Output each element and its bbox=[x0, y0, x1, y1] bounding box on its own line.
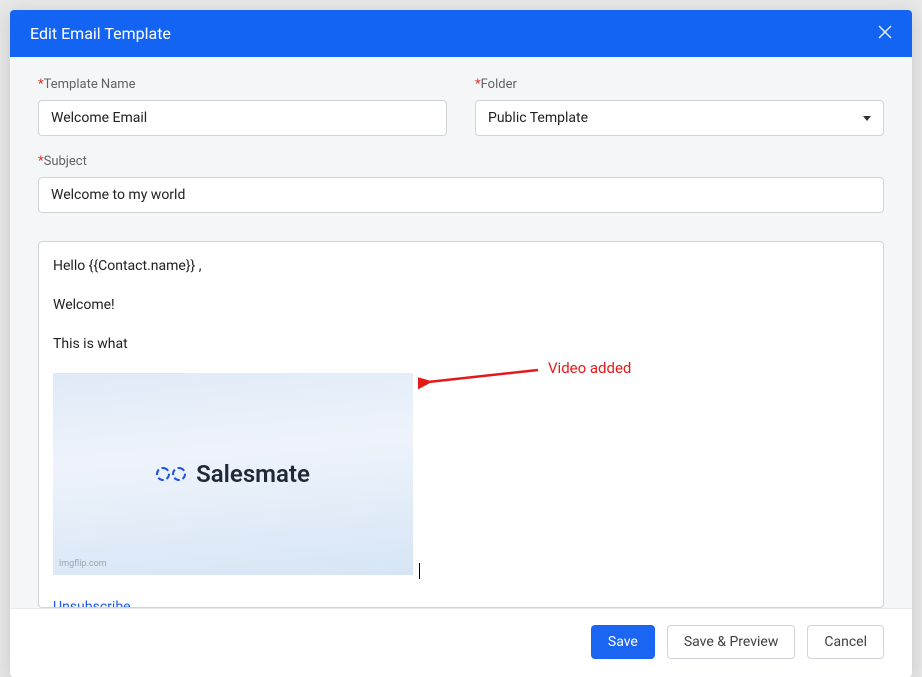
subject-group: *Subject bbox=[38, 154, 884, 213]
salesmate-logo-text: Salesmate bbox=[196, 456, 310, 492]
folder-group: *Folder Public Template bbox=[475, 77, 884, 136]
close-icon[interactable] bbox=[878, 25, 892, 43]
template-name-group: *Template Name bbox=[38, 77, 447, 136]
modal-content: *Template Name *Folder Public Template *… bbox=[10, 57, 912, 608]
folder-selected-value: Public Template bbox=[488, 110, 588, 126]
form-section: *Template Name *Folder Public Template *… bbox=[10, 57, 912, 241]
text-cursor bbox=[419, 563, 420, 579]
subject-input[interactable] bbox=[38, 177, 884, 213]
folder-select[interactable]: Public Template bbox=[475, 100, 884, 136]
salesmate-logo: Salesmate bbox=[156, 456, 310, 492]
modal-header: Edit Email Template bbox=[10, 10, 912, 57]
email-body-editor[interactable]: Hello {{Contact.name}} , Welcome! This i… bbox=[38, 241, 884, 608]
template-name-input[interactable] bbox=[38, 100, 447, 136]
watermark-text: imgflip.com bbox=[59, 558, 107, 572]
edit-email-template-modal: Edit Email Template *Template Name *Fold… bbox=[10, 10, 912, 677]
subject-label: *Subject bbox=[38, 154, 884, 169]
modal-title: Edit Email Template bbox=[30, 24, 171, 43]
embedded-video-thumbnail[interactable]: Salesmate imgflip.com bbox=[53, 373, 413, 575]
caret-down-icon bbox=[863, 116, 871, 121]
cancel-button[interactable]: Cancel bbox=[807, 625, 884, 659]
editor-line: Hello {{Contact.name}} , bbox=[53, 256, 869, 277]
editor-line: This is what bbox=[53, 334, 869, 355]
unsubscribe-link[interactable]: Unsubscribe bbox=[53, 597, 869, 608]
save-button[interactable]: Save bbox=[591, 625, 655, 659]
template-name-label: *Template Name bbox=[38, 77, 447, 92]
folder-label: *Folder bbox=[475, 77, 884, 92]
save-preview-button[interactable]: Save & Preview bbox=[667, 625, 796, 659]
editor-line: Welcome! bbox=[53, 295, 869, 316]
salesmate-logo-icon bbox=[156, 467, 186, 481]
modal-footer: Save Save & Preview Cancel bbox=[10, 608, 912, 677]
